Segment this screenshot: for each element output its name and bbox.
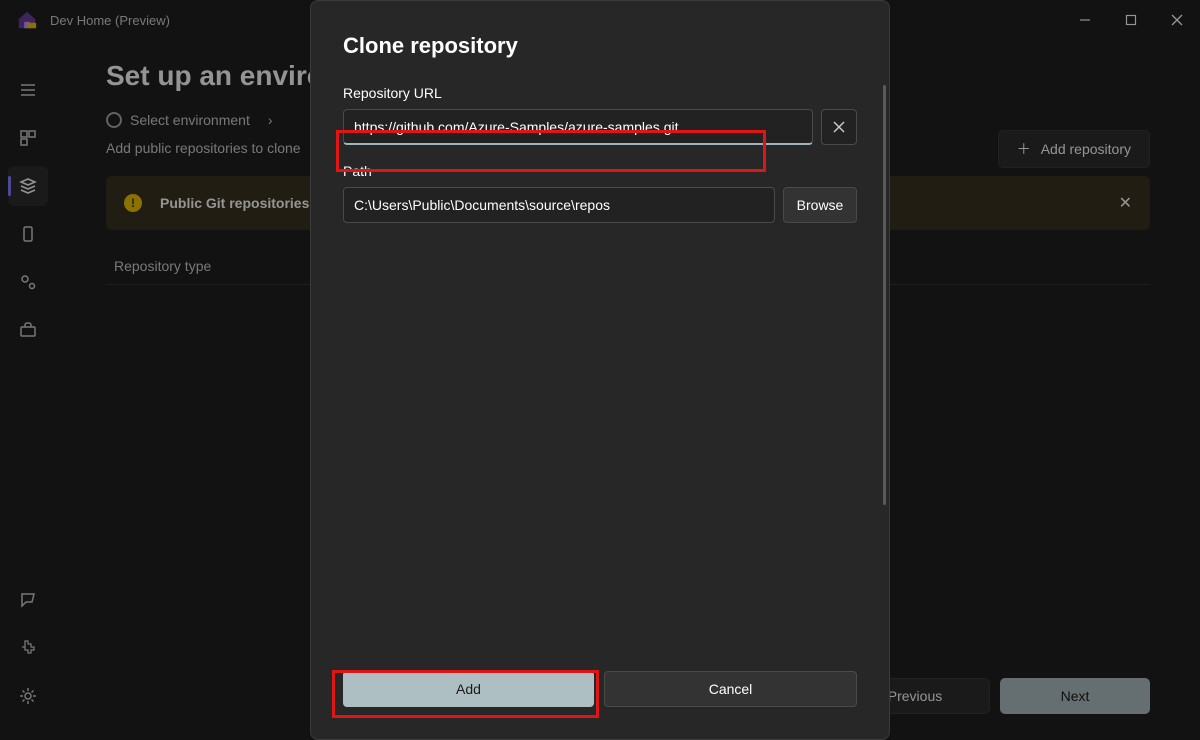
dialog-actions: Add Cancel <box>343 671 857 707</box>
path-label: Path <box>343 163 857 179</box>
clone-repository-dialog: Clone repository Repository URL Path Bro… <box>310 0 890 740</box>
url-label: Repository URL <box>343 85 857 101</box>
close-icon <box>833 121 845 133</box>
dialog-title: Clone repository <box>343 33 857 59</box>
cancel-button[interactable]: Cancel <box>604 671 857 707</box>
dialog-scrollbar[interactable] <box>883 85 886 505</box>
browse-button[interactable]: Browse <box>783 187 857 223</box>
path-input[interactable] <box>343 187 775 223</box>
clear-url-button[interactable] <box>821 109 857 145</box>
repository-url-input[interactable] <box>343 109 813 145</box>
add-button[interactable]: Add <box>343 671 594 707</box>
